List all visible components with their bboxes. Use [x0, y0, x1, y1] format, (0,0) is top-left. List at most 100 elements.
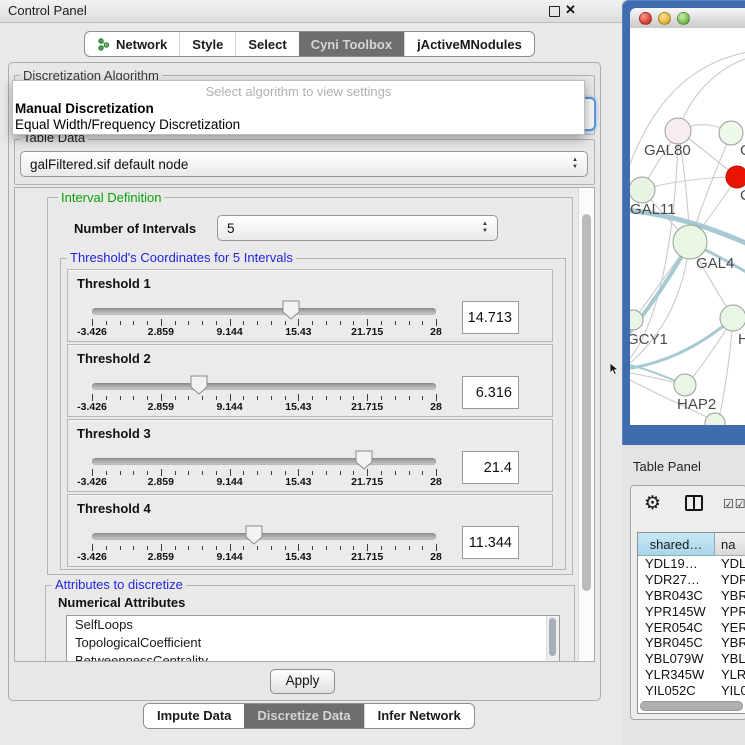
table-cell[interactable]: YDL1: [715, 556, 745, 572]
panel-scrollbar-thumb[interactable]: [582, 214, 591, 591]
split-view-icon[interactable]: [685, 495, 703, 511]
tab-label: Style: [192, 37, 223, 52]
threshold-3-value-input[interactable]: [462, 451, 519, 484]
table-cell[interactable]: YIL0: [715, 683, 745, 699]
spinner-arrows-icon[interactable]: ▲ ▼: [482, 221, 488, 235]
node-gal80[interactable]: [665, 118, 691, 144]
table-row[interactable]: YBR045CYBR0: [638, 635, 745, 651]
table-cell[interactable]: YBL0: [715, 651, 745, 667]
table-row[interactable]: YIL052CYIL0: [638, 683, 745, 699]
tab-network[interactable]: Network: [85, 32, 179, 56]
threshold-4-value-input[interactable]: [462, 526, 519, 559]
table-cell[interactable]: YBR0: [715, 635, 745, 651]
table-cell[interactable]: YPR1: [715, 604, 745, 620]
node-hap2[interactable]: [674, 374, 696, 396]
table-cell[interactable]: YBR0: [715, 588, 745, 604]
table-cell[interactable]: YLR3: [715, 667, 745, 683]
spinner-up-icon[interactable]: ▲: [482, 221, 488, 227]
dropdown-option-equal-width-frequency[interactable]: Equal Width/Frequency Discretization: [13, 117, 584, 132]
panel-scrollbar[interactable]: [578, 188, 594, 661]
table-cell[interactable]: YBR045C: [638, 635, 715, 651]
table-cell[interactable]: YER054C: [638, 620, 715, 636]
number-of-intervals-combobox[interactable]: 5 ▲ ▼: [217, 215, 498, 241]
table-row[interactable]: YBR043CYBR0: [638, 588, 745, 604]
horizontal-scrollbar-thumb[interactable]: [640, 701, 743, 711]
node-partial[interactable]: [705, 413, 725, 425]
table-cell[interactable]: YIL052C: [638, 683, 715, 699]
minimize-traffic-light-icon[interactable]: [658, 12, 671, 25]
gear-icon[interactable]: ⚙: [644, 492, 661, 515]
threshold-4-slider-track[interactable]: [92, 533, 436, 540]
network-canvas[interactable]: GAL80 G. C GAL11 GAL4 GCY1 H HAP2: [630, 28, 745, 425]
table-cell[interactable]: YDR27…: [638, 572, 715, 588]
list-scrollbar[interactable]: [546, 616, 559, 662]
list-item[interactable]: BetweennessCentrality: [67, 652, 559, 662]
tick-mark: [271, 321, 272, 325]
zoom-traffic-light-icon[interactable]: [677, 12, 690, 25]
table-cell[interactable]: YER0: [715, 620, 745, 636]
table-cell[interactable]: YDR2: [715, 572, 745, 588]
list-scrollbar-thumb[interactable]: [549, 618, 556, 656]
table-row[interactable]: YDL19…YDL1: [638, 556, 745, 572]
node-gal11[interactable]: [630, 177, 655, 203]
table-row[interactable]: YPR145WYPR1: [638, 604, 745, 620]
threshold-3-slider-thumb[interactable]: [355, 450, 373, 470]
table-cell[interactable]: YBR043C: [638, 588, 715, 604]
dropdown-option-manual-discretization[interactable]: Manual Discretization: [13, 101, 584, 116]
table-row[interactable]: YBL079WYBL0: [638, 651, 745, 667]
tick-mark: [230, 394, 231, 401]
tab-cyni-toolbox[interactable]: Cyni Toolbox: [299, 32, 404, 56]
table-cell[interactable]: YPR145W: [638, 604, 715, 620]
tab-impute-data[interactable]: Impute Data: [144, 704, 244, 728]
tab-select[interactable]: Select: [235, 32, 298, 56]
float-window-icon[interactable]: [549, 6, 560, 17]
table-row[interactable]: YLR345WYLR3: [638, 667, 745, 683]
node-gal4[interactable]: [673, 225, 707, 259]
column-header-name[interactable]: na: [715, 533, 745, 556]
close-traffic-light-icon[interactable]: [639, 12, 652, 25]
threshold-1-panel: Threshold 1 -3.4262.8599.14415.4321.7152…: [67, 269, 553, 342]
network-window-titlebar[interactable]: [630, 8, 745, 29]
apply-button[interactable]: Apply: [270, 669, 335, 694]
tab-jactivemnodules[interactable]: jActiveMNodules: [404, 32, 534, 56]
tick-mark: [271, 546, 272, 550]
horizontal-scrollbar[interactable]: [639, 701, 744, 710]
column-header-shared[interactable]: shared…: [638, 533, 715, 556]
table-row[interactable]: YDR27…YDR2: [638, 572, 745, 588]
table-row[interactable]: YER054CYER0: [638, 620, 745, 636]
close-icon[interactable]: ✕: [565, 2, 576, 18]
node-label: HAP2: [677, 396, 716, 413]
table-cell[interactable]: YDL19…: [638, 556, 715, 572]
threshold-4-slider-thumb[interactable]: [245, 525, 263, 545]
spinner-up-icon[interactable]: ▲: [572, 157, 578, 163]
tab-discretize-data[interactable]: Discretize Data: [244, 704, 363, 728]
threshold-3-slider-track[interactable]: [92, 458, 436, 465]
threshold-2-value-input[interactable]: [462, 376, 519, 409]
tick-mark: [285, 321, 286, 325]
tick-mark: [230, 544, 231, 551]
tab-label: Cyni Toolbox: [311, 37, 392, 52]
checkbox-columns-icon[interactable]: ☑☑: [723, 497, 745, 511]
table-cell[interactable]: YBL079W: [638, 651, 715, 667]
tab-style[interactable]: Style: [179, 32, 235, 56]
table-data-combobox[interactable]: galFiltered.sif default node ▲ ▼: [20, 151, 588, 177]
spinner-arrows-icon[interactable]: ▲ ▼: [572, 157, 578, 171]
threshold-1-value-input[interactable]: [462, 301, 519, 334]
threshold-2-slider-track[interactable]: [92, 383, 436, 390]
list-item[interactable]: SelfLoops: [67, 616, 559, 634]
attributes-group-label: Attributes to discretize: [52, 577, 186, 592]
thresholds-group-label: Threshold's Coordinates for 5 Intervals: [67, 250, 296, 265]
table-cell[interactable]: YLR345W: [638, 667, 715, 683]
spinner-down-icon[interactable]: ▼: [572, 164, 578, 170]
node-gcy1[interactable]: [630, 310, 643, 330]
tab-infer-network[interactable]: Infer Network: [364, 704, 474, 728]
node-red-selected[interactable]: [726, 166, 745, 188]
list-item[interactable]: TopologicalCoefficient: [67, 634, 559, 652]
number-of-intervals-label: Number of Intervals: [74, 221, 196, 236]
tick-mark: [285, 396, 286, 400]
threshold-1-slider-thumb[interactable]: [282, 300, 300, 320]
spinner-down-icon[interactable]: ▼: [482, 228, 488, 234]
threshold-2-slider-thumb[interactable]: [190, 375, 208, 395]
node-h[interactable]: [720, 305, 745, 331]
threshold-1-slider-track[interactable]: [92, 308, 436, 315]
